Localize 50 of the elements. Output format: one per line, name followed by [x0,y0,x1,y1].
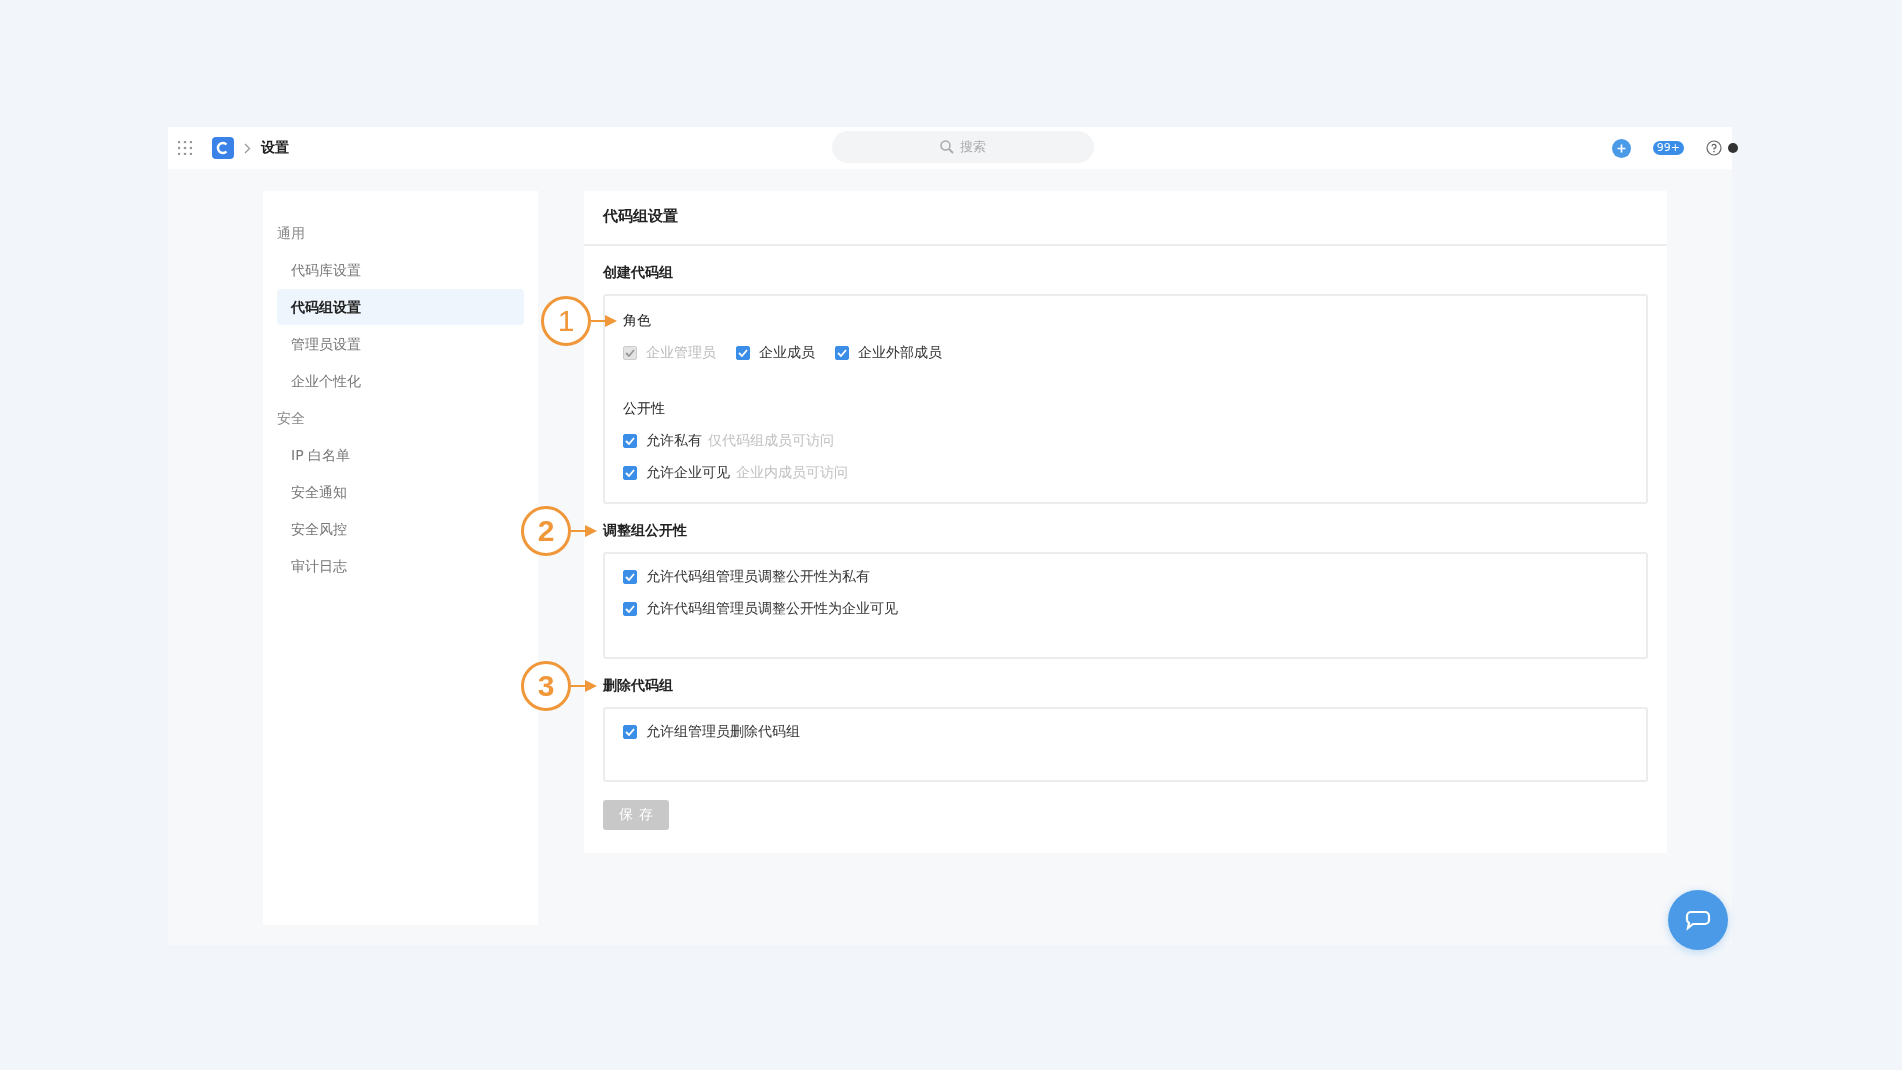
sidebar-item[interactable]: 管理员设置 [277,326,524,362]
chat-bubble-icon [1684,908,1712,932]
chevron-right-icon [244,142,251,154]
annotation-arrow [591,315,617,327]
checkbox-label: 允许代码组管理员调整公开性为私有 [646,568,870,586]
help-icon[interactable] [1706,140,1722,156]
sidebar-group-label: 通用 [277,224,306,243]
section-title: 创建代码组 [603,264,673,280]
option-hint: 企业内成员可访问 [736,464,848,482]
section-title: 删除代码组 [603,677,673,693]
checkbox[interactable] [623,602,637,616]
sidebar-item[interactable]: 代码组设置 [277,289,524,325]
checkbox-label: 允许私有 [646,432,702,450]
sidebar-group-label: 安全 [277,409,306,428]
group-label: 角色 [623,312,651,328]
checkbox-label: 企业管理员 [646,344,716,362]
checkbox[interactable] [835,346,849,360]
app-logo-icon[interactable] [212,137,234,159]
sidebar-item[interactable]: IP 白名单 [277,437,524,473]
checkbox[interactable] [623,570,637,584]
checkbox-label: 允许企业可见 [646,464,730,482]
checkbox[interactable] [736,346,750,360]
sidebar-item[interactable]: 安全通知 [277,474,524,510]
sidebar-item[interactable]: 审计日志 [277,548,524,584]
section-title: 调整组公开性 [603,522,687,538]
breadcrumb-title[interactable]: 设置 [261,139,289,157]
annotation-arrow [571,680,597,692]
checkbox[interactable] [623,434,637,448]
checkbox-label: 企业成员 [759,344,815,362]
checkbox-label: 允许代码组管理员调整公开性为企业可见 [646,600,898,618]
group-label: 公开性 [623,400,665,416]
annotation-number: 2 [521,506,571,556]
notification-badge[interactable]: 99+ [1652,141,1684,155]
card-title: 代码组设置 [584,191,1667,246]
sidebar-item[interactable]: 代码库设置 [277,252,524,288]
sidebar-item[interactable]: 企业个性化 [277,363,524,399]
checkbox[interactable] [623,725,637,739]
sidebar-item[interactable]: 安全风控 [277,511,524,547]
add-icon[interactable] [1611,138,1631,158]
checkbox-label: 允许组管理员删除代码组 [646,723,800,741]
annotation-arrow [571,525,597,537]
annotation-number: 1 [541,296,591,346]
apps-grid-icon[interactable] [178,141,192,155]
checkbox[interactable] [623,466,637,480]
avatar[interactable] [1728,143,1738,153]
chat-button[interactable] [1668,890,1728,950]
checkbox-label: 企业外部成员 [858,344,942,362]
annotation-number: 3 [521,661,571,711]
option-hint: 仅代码组成员可访问 [708,432,834,450]
search-icon [940,140,954,154]
